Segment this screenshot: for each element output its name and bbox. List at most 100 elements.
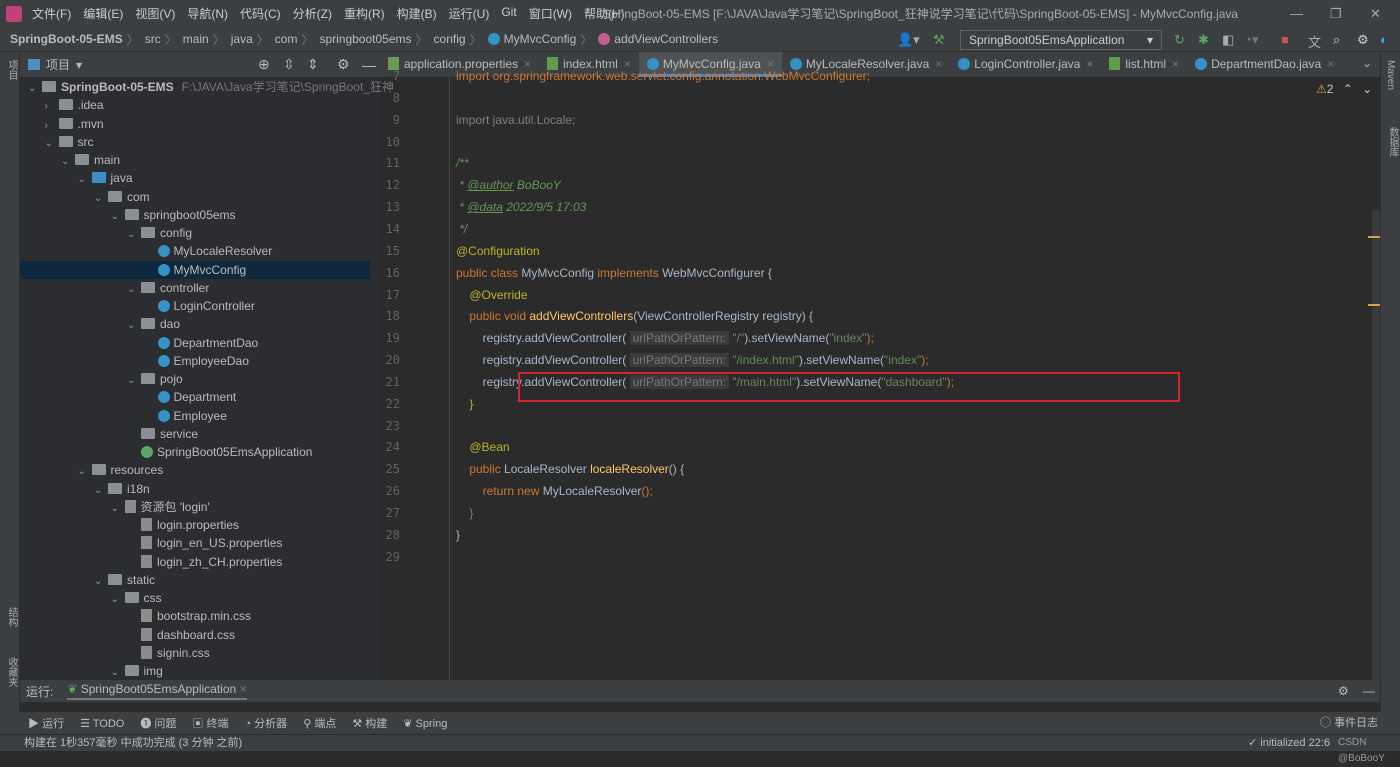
code-line[interactable]: @Bean bbox=[456, 436, 509, 458]
tab-list-html[interactable]: list.html × bbox=[1101, 52, 1187, 77]
gear-icon[interactable]: ⚙ bbox=[1357, 32, 1369, 48]
stop-icon[interactable]: ■ bbox=[1281, 32, 1289, 47]
database-tool-tab[interactable]: 数据库 bbox=[1385, 127, 1400, 157]
tree-item[interactable]: › .idea bbox=[20, 96, 370, 114]
tree-item[interactable]: login_zh_CH.properties bbox=[20, 553, 370, 571]
tree-item[interactable]: ⌄ SpringBoot-05-EMS F:\JAVA\Java学习笔记\Sprin… bbox=[20, 78, 394, 96]
code-line[interactable]: return new MyLocaleResolver(); bbox=[456, 480, 653, 502]
tree-item[interactable]: MyLocaleResolver bbox=[20, 242, 370, 260]
chevron-down-icon[interactable]: ▾ bbox=[76, 58, 82, 72]
toolwindow-2[interactable]: ❶ 问题 bbox=[140, 715, 176, 731]
code-line[interactable]: registry.addViewController( urlPathOrPat… bbox=[456, 327, 874, 349]
menu-item[interactable]: 编辑(E) bbox=[83, 5, 123, 22]
editor-scrollbar[interactable] bbox=[1372, 210, 1380, 680]
code-line[interactable]: } bbox=[456, 393, 473, 415]
menu-item[interactable]: 导航(N) bbox=[187, 5, 228, 22]
search-icon[interactable]: ⌕ bbox=[1333, 32, 1340, 48]
menu-item[interactable]: 代码(C) bbox=[240, 5, 281, 22]
menu-item[interactable]: 视图(V) bbox=[135, 5, 175, 22]
menu-item[interactable]: Git bbox=[501, 5, 516, 22]
breadcrumb-item[interactable]: SpringBoot-05-EMS bbox=[10, 32, 123, 46]
toolwindow-0[interactable]: ▶ 运行 bbox=[28, 715, 64, 731]
status-message[interactable]: 构建在 1秒357毫秒 中成功完成 (3 分钟 之前) bbox=[24, 737, 242, 749]
menu-item[interactable]: 文件(F) bbox=[32, 5, 71, 22]
project-tool-tab[interactable]: 项目 bbox=[4, 60, 19, 80]
hide-icon[interactable]: — bbox=[362, 57, 376, 73]
restore-button[interactable]: ❐ bbox=[1330, 6, 1342, 22]
tree-item[interactable]: ⌄ dao bbox=[20, 315, 370, 333]
breadcrumb-item[interactable]: config bbox=[434, 32, 466, 46]
menu-item[interactable]: 窗口(W) bbox=[529, 5, 572, 22]
tree-item[interactable]: SpringBoot05EmsApplication bbox=[20, 443, 370, 461]
tree-item[interactable]: Employee bbox=[20, 407, 370, 425]
code-line[interactable]: /** bbox=[456, 152, 469, 174]
structure-tool-tab[interactable]: 结构 bbox=[4, 607, 19, 627]
collapse-all-icon[interactable]: ⇕ bbox=[307, 56, 319, 73]
tree-item[interactable]: ⌄ resources bbox=[20, 461, 370, 479]
tree-item[interactable]: dashboard.css bbox=[20, 626, 370, 644]
code-line[interactable]: import java.util.Locale; bbox=[456, 109, 575, 131]
build-hammer-icon[interactable]: ⚒ bbox=[933, 32, 945, 48]
run-tab[interactable]: ❦ SpringBoot05EmsApplication × bbox=[67, 682, 247, 700]
breadcrumb-item[interactable]: MyMvcConfig bbox=[504, 32, 577, 46]
code-line[interactable]: public LocaleResolver localeResolver() { bbox=[456, 458, 684, 480]
tree-item[interactable]: signin.css bbox=[20, 644, 370, 662]
tree-item[interactable]: ⌄ static bbox=[20, 571, 370, 589]
tree-item[interactable]: EmployeeDao bbox=[20, 352, 370, 370]
tree-item[interactable]: login.properties bbox=[20, 516, 370, 534]
code-line[interactable]: * @data 2022/9/5 17:03 bbox=[456, 196, 586, 218]
menu-item[interactable]: 分析(Z) bbox=[293, 5, 332, 22]
close-icon[interactable]: × bbox=[1172, 57, 1179, 71]
menu-item[interactable]: 构建(B) bbox=[397, 5, 437, 22]
tree-item[interactable]: login_en_US.properties bbox=[20, 534, 370, 552]
close-icon[interactable]: × bbox=[935, 57, 942, 71]
tree-item[interactable]: ⌄ css bbox=[20, 589, 370, 607]
code-line[interactable]: public class MyMvcConfig implements WebM… bbox=[456, 262, 772, 284]
tabs-overflow-icon[interactable]: ⌄ bbox=[1362, 56, 1372, 70]
code-line[interactable]: * @author BoBooY bbox=[456, 174, 561, 196]
code-line[interactable]: @Override bbox=[456, 284, 527, 306]
close-icon[interactable]: × bbox=[1086, 57, 1093, 71]
tree-item[interactable]: ⌄ src bbox=[20, 133, 370, 151]
tree-item[interactable]: service bbox=[20, 425, 370, 443]
menu-item[interactable]: 重构(R) bbox=[344, 5, 385, 22]
translate-icon[interactable]: 文 bbox=[1308, 32, 1321, 51]
menu-item[interactable]: 运行(U) bbox=[449, 5, 490, 22]
toolwindow-6[interactable]: ⚒ 构建 bbox=[352, 715, 387, 731]
code-line[interactable]: registry.addViewController( urlPathOrPat… bbox=[456, 349, 929, 371]
maven-tool-tab[interactable]: Maven bbox=[1385, 60, 1396, 90]
close-button[interactable]: ✕ bbox=[1370, 6, 1381, 22]
minimize-button[interactable]: — bbox=[1290, 6, 1303, 21]
tab-logincontroller-java[interactable]: LoginController.java × bbox=[950, 52, 1101, 77]
user-icon[interactable]: 👤▾ bbox=[897, 32, 920, 48]
tree-item[interactable]: bootstrap.min.css bbox=[20, 607, 370, 625]
event-log-button[interactable]: ◯ 事件日志 bbox=[1320, 715, 1378, 731]
breadcrumb-item[interactable]: main bbox=[183, 32, 209, 46]
profiler-icon[interactable]: ◔▾ bbox=[1244, 32, 1258, 48]
code-line[interactable]: import org.springframework.web.servlet.c… bbox=[456, 65, 870, 87]
toolwindow-5[interactable]: ⚲ 端点 bbox=[303, 715, 336, 731]
tree-item[interactable]: LoginController bbox=[20, 297, 370, 315]
toolwindow-3[interactable]: ▣ 终端 bbox=[192, 715, 228, 731]
expand-all-icon[interactable]: ⇳ bbox=[283, 56, 295, 73]
debug-icon[interactable]: ✱ bbox=[1198, 32, 1209, 48]
tree-item[interactable]: ⌄ i18n bbox=[20, 480, 370, 498]
project-view-select[interactable]: 项目 bbox=[46, 56, 70, 73]
tab-departmentdao-java[interactable]: DepartmentDao.java × bbox=[1187, 52, 1342, 77]
code-line[interactable]: } bbox=[456, 502, 473, 524]
breadcrumb-item[interactable]: com bbox=[275, 32, 298, 46]
tree-item[interactable]: ⌄ 资源包 'login' bbox=[20, 498, 370, 516]
tree-item[interactable]: ⌄ img bbox=[20, 662, 370, 680]
warning-marker[interactable] bbox=[1368, 236, 1380, 238]
code-line[interactable]: @Configuration bbox=[456, 240, 540, 262]
tree-item[interactable]: ⌄ com bbox=[20, 188, 370, 206]
breadcrumb-item[interactable]: addViewControllers bbox=[614, 32, 718, 46]
favorites-tool-tab[interactable]: 收藏夹 bbox=[4, 657, 19, 687]
breadcrumb-item[interactable]: springboot05ems bbox=[319, 32, 411, 46]
hide-icon[interactable]: — bbox=[1363, 684, 1375, 698]
code-line[interactable]: public void addViewControllers(ViewContr… bbox=[456, 305, 813, 327]
tree-item[interactable]: › .mvn bbox=[20, 115, 370, 133]
close-icon[interactable]: × bbox=[1327, 57, 1334, 71]
breadcrumb-item[interactable]: src bbox=[145, 32, 161, 46]
toolwindow-4[interactable]: ◔ 分析器 bbox=[244, 715, 287, 731]
